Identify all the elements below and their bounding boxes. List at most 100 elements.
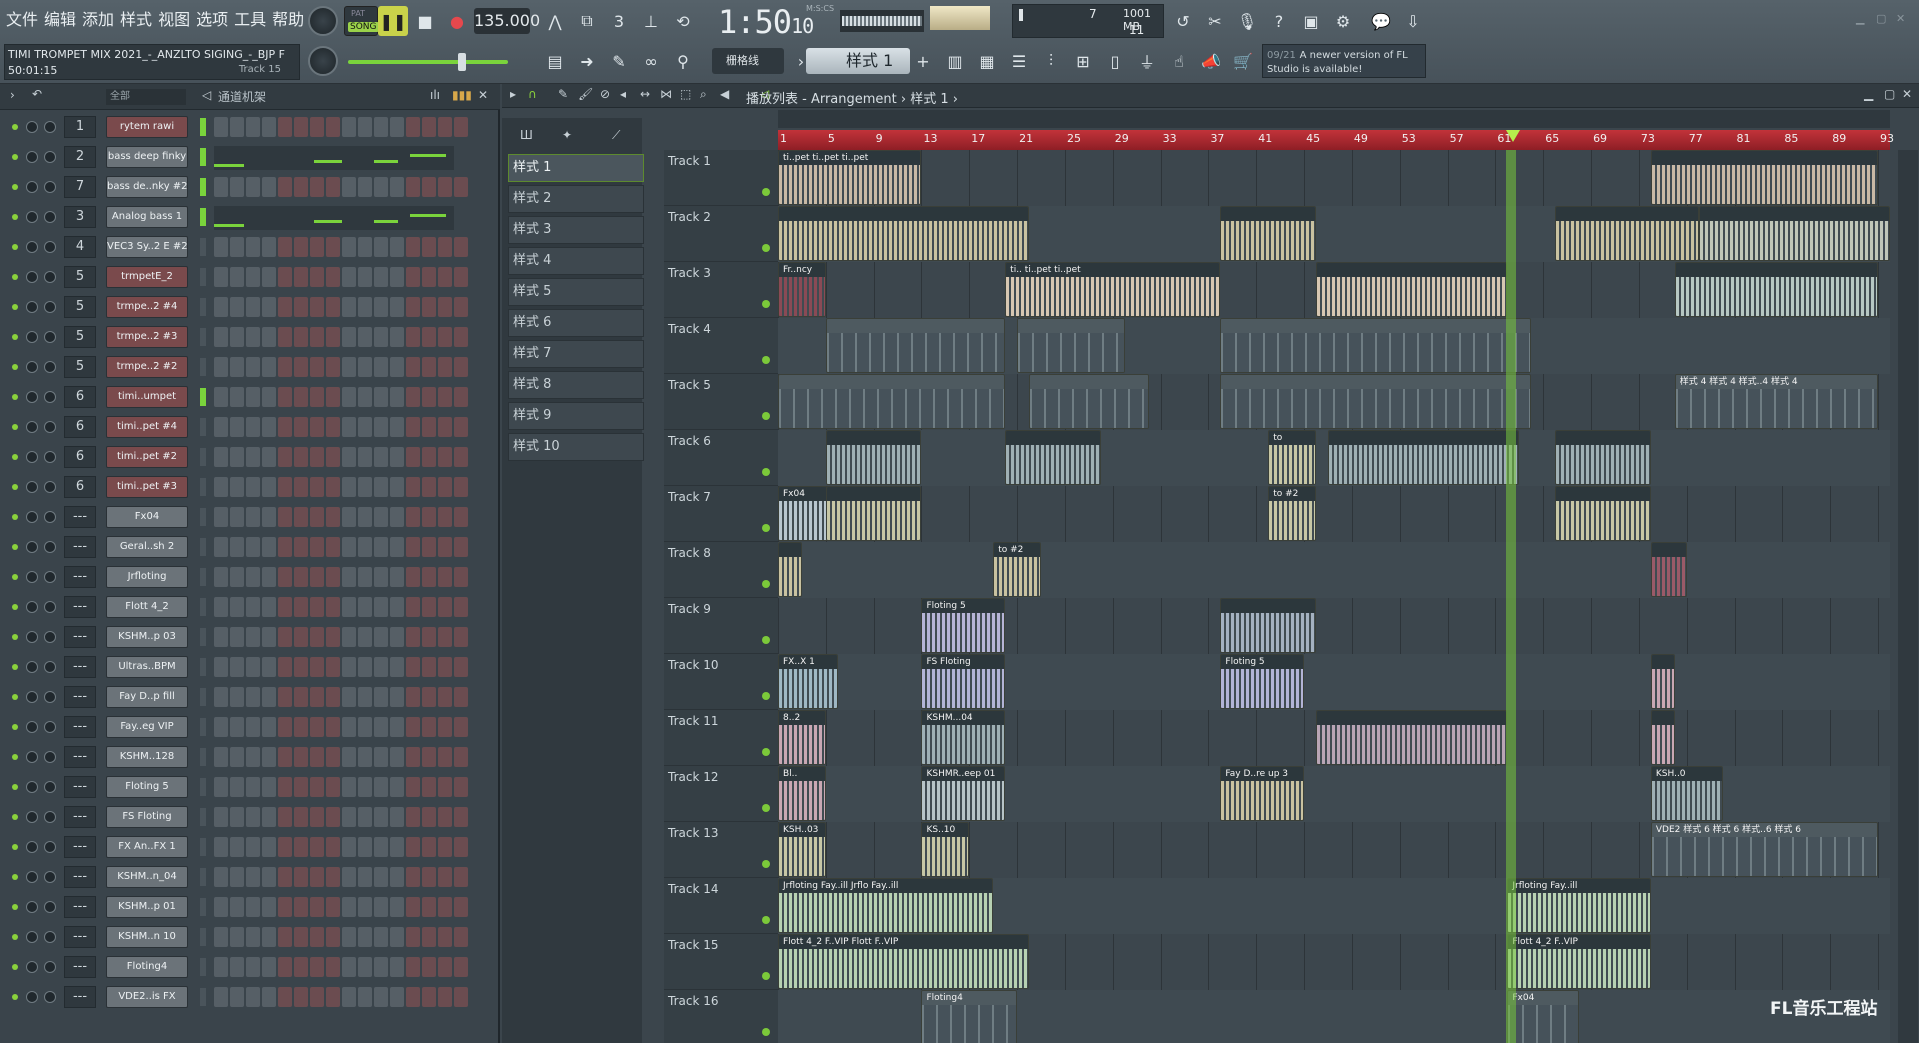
pan-knob[interactable] (26, 571, 38, 583)
step-button[interactable] (310, 567, 324, 587)
channel-led[interactable] (12, 544, 18, 550)
step-button[interactable] (358, 747, 372, 767)
pattern-selector[interactable]: 样式 1 (806, 48, 910, 74)
step-button[interactable] (390, 267, 404, 287)
step-button[interactable] (374, 657, 388, 677)
step-button[interactable] (374, 597, 388, 617)
step-button[interactable] (214, 447, 228, 467)
step-button[interactable] (406, 657, 420, 677)
step-button[interactable] (294, 117, 308, 137)
track-lane[interactable]: FX..X 1 FS Floting Floting 5 (778, 654, 1890, 710)
step-button[interactable] (374, 297, 388, 317)
step-button[interactable] (262, 237, 276, 257)
step-button[interactable] (374, 627, 388, 647)
pan-knob[interactable] (26, 481, 38, 493)
countdown-button[interactable]: 3 (604, 6, 634, 36)
step-button[interactable] (406, 747, 420, 767)
feedback-button[interactable]: 📣 (1196, 46, 1226, 76)
step-button[interactable] (246, 687, 260, 707)
step-button[interactable] (422, 657, 436, 677)
volume-knob[interactable] (44, 841, 56, 853)
channel-led[interactable] (12, 394, 18, 400)
channel-led[interactable] (12, 634, 18, 640)
pan-knob[interactable] (26, 841, 38, 853)
channel-led[interactable] (12, 874, 18, 880)
step-button[interactable] (278, 537, 292, 557)
step-button[interactable] (246, 747, 260, 767)
track-header[interactable]: Track 3 (664, 262, 778, 318)
channel-select[interactable] (200, 568, 206, 586)
step-button[interactable] (294, 717, 308, 737)
step-button[interactable] (246, 957, 260, 977)
step-button[interactable] (230, 297, 244, 317)
steps-icon[interactable]: ▮▮▮ (452, 88, 472, 102)
step-button[interactable] (422, 627, 436, 647)
step-button[interactable] (246, 867, 260, 887)
step-button[interactable] (390, 807, 404, 827)
step-button[interactable] (374, 837, 388, 857)
step-button[interactable] (214, 357, 228, 377)
playhead-marker[interactable] (1506, 130, 1520, 142)
channel-select[interactable] (200, 928, 206, 946)
pan-knob[interactable] (26, 121, 38, 133)
channel-row[interactable]: 5 trmpe..2 #4 (0, 292, 496, 322)
step-button[interactable] (374, 747, 388, 767)
pattern-item[interactable]: 样式 3 (508, 216, 644, 244)
volume-knob[interactable] (44, 511, 56, 523)
step-button[interactable] (230, 447, 244, 467)
track-header[interactable]: Track 14 (664, 878, 778, 934)
pan-knob[interactable] (26, 181, 38, 193)
channel-select[interactable] (200, 628, 206, 646)
step-button[interactable] (262, 957, 276, 977)
step-button[interactable] (454, 357, 468, 377)
snap-selector[interactable]: 栅格线 (712, 48, 784, 74)
step-button[interactable] (422, 297, 436, 317)
step-button[interactable] (278, 807, 292, 827)
step-button[interactable] (454, 687, 468, 707)
step-button[interactable] (358, 717, 372, 737)
channel-select[interactable] (200, 688, 206, 706)
step-button[interactable] (246, 837, 260, 857)
step-button[interactable] (422, 447, 436, 467)
step-button[interactable] (342, 657, 356, 677)
channel-led[interactable] (12, 424, 18, 430)
channel-select[interactable] (200, 868, 206, 886)
step-button[interactable] (326, 327, 340, 347)
step-button[interactable] (390, 717, 404, 737)
step-button[interactable] (374, 897, 388, 917)
track-lane[interactable]: Jrfloting Fay..ill Jrflo Fay..ill Jrfloti… (778, 878, 1890, 934)
channel-row[interactable]: 6 timi..pet #2 (0, 442, 496, 472)
save-button[interactable]: ▣ (1296, 6, 1326, 36)
pattern-item[interactable]: 样式 10 (508, 433, 644, 461)
step-button[interactable] (310, 927, 324, 947)
master-volume-slider[interactable] (348, 53, 508, 71)
piano-roll-preview[interactable] (214, 146, 454, 170)
step-button[interactable] (454, 807, 468, 827)
channel-row[interactable]: --- FX An..FX 1 (0, 832, 496, 862)
channel-led[interactable] (12, 934, 18, 940)
track-mute-led[interactable] (762, 692, 770, 700)
step-button[interactable] (438, 717, 452, 737)
step-button[interactable] (422, 567, 436, 587)
channel-led[interactable] (12, 214, 18, 220)
step-button[interactable] (278, 657, 292, 677)
step-button[interactable] (358, 117, 372, 137)
step-button[interactable] (342, 117, 356, 137)
step-button[interactable] (422, 417, 436, 437)
channel-led[interactable] (12, 664, 18, 670)
step-button[interactable] (230, 867, 244, 887)
channel-select[interactable] (200, 508, 206, 526)
pan-knob[interactable] (26, 301, 38, 313)
step-button[interactable] (358, 357, 372, 377)
step-button[interactable] (310, 447, 324, 467)
channel-row[interactable]: 1 rytem rawi (0, 112, 496, 142)
playlist-view-button[interactable]: ▤ (540, 46, 570, 76)
arrangement-area[interactable]: ti..pet ti..pet ti..pet Fr..ncy ti.. ti..p… (778, 150, 1890, 1043)
volume-knob[interactable] (44, 271, 56, 283)
pan-knob[interactable] (26, 991, 38, 1003)
channel-name-button[interactable]: Flott 4_2 (106, 596, 188, 618)
step-button[interactable] (390, 987, 404, 1007)
pan-knob[interactable] (26, 601, 38, 613)
step-button[interactable] (326, 597, 340, 617)
playlist-clip[interactable] (778, 542, 802, 597)
